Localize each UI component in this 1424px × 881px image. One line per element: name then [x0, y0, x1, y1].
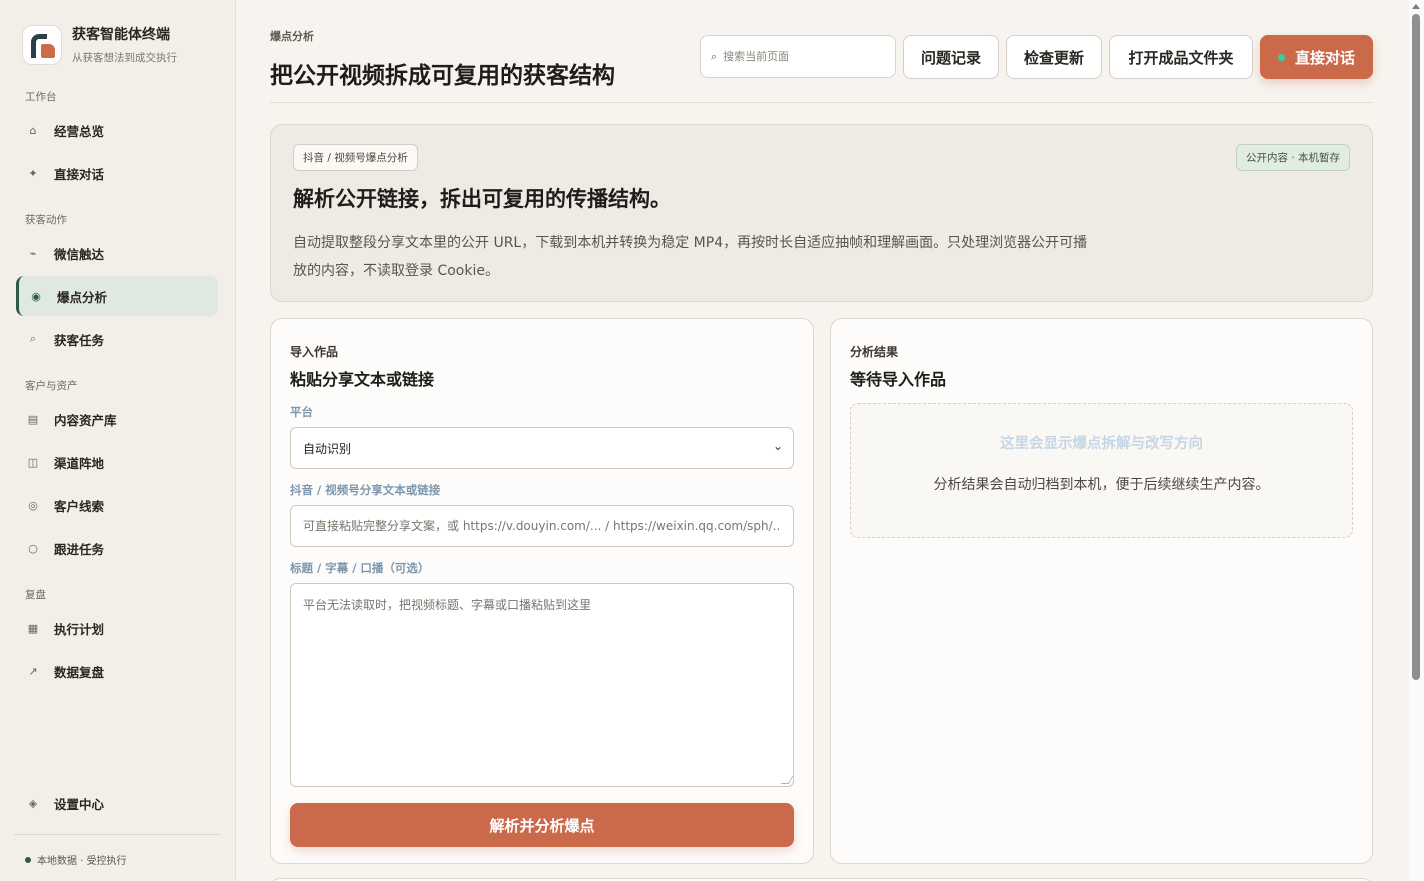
sidebar-item-label: 直接对话	[54, 166, 105, 182]
footer-status-text: 本地数据 · 受控执行	[37, 856, 127, 867]
sidebar-item-label: 数据复盘	[54, 664, 105, 680]
sidebar-item-wechat[interactable]: ⌁ 微信触达	[16, 233, 218, 273]
section-label-actions: 获客动作	[25, 214, 67, 226]
sidebar-item-settings[interactable]: ◈ 设置中心	[16, 783, 218, 823]
columns-icon: ◫	[27, 455, 39, 469]
sidebar-item-library[interactable]: ▤ 内容资产库	[16, 399, 218, 439]
section-label-assets: 客户与资产	[25, 380, 78, 392]
hero-description: 自动提取整段分享文本里的公开 URL，下载到本机并转换为稳定 MP4，再按时长自…	[293, 235, 1088, 279]
sidebar-item-label: 客户线索	[54, 498, 105, 514]
sidebar-item-label: 内容资产库	[54, 412, 117, 428]
header-divider	[270, 102, 1373, 103]
page-title: 把公开视频拆成可复用的获客结构	[270, 63, 615, 89]
direct-chat-label: 直接对话	[1294, 48, 1355, 67]
scrollbar-thumb[interactable]	[1412, 14, 1420, 680]
sidebar-item-label: 渠道阵地	[54, 455, 105, 471]
import-title: 粘贴分享文本或链接	[290, 370, 435, 389]
empty-state-description: 分析结果会自动归档到本机，便于后续继续生产内容。	[933, 477, 1270, 493]
brand-subtitle: 从获客想法到成交执行	[72, 52, 177, 64]
brand: 获客智能体终端 从获客想法到成交执行	[22, 24, 177, 65]
sidebar-item-chat[interactable]: ✦ 直接对话	[16, 153, 218, 193]
hero-badge: 公开内容 · 本机暂存	[1235, 144, 1350, 171]
platform-select[interactable]: 自动识别 ⌄	[290, 427, 794, 469]
caption-label: 标题 / 字幕 / 口播（可选）	[290, 561, 430, 575]
hero-panel: 抖音 / 视频号爆点分析 公开内容 · 本机暂存 解析公开链接，拆出可复用的传播…	[270, 124, 1373, 302]
sidebar-item-overview[interactable]: ⌂ 经营总览	[16, 110, 218, 150]
library-icon: ▤	[27, 412, 39, 426]
grid-icon: ▦	[27, 621, 39, 635]
brand-title: 获客智能体终端	[72, 27, 170, 43]
trend-icon: ↗	[28, 664, 38, 678]
result-title: 等待导入作品	[850, 370, 947, 389]
sidebar-item-label: 跟进任务	[54, 541, 105, 557]
search-input[interactable]	[723, 50, 874, 63]
result-eyebrow: 分析结果	[850, 345, 899, 359]
search-box[interactable]: ⌕	[700, 35, 896, 78]
lead-icon: ◎	[28, 498, 38, 512]
sidebar-item-leads[interactable]: ◎ 客户线索	[16, 485, 218, 525]
analyze-button[interactable]: 解析并分析爆点	[290, 803, 794, 847]
direct-chat-button[interactable]: 直接对话	[1260, 35, 1373, 79]
settings-icon: ◈	[28, 796, 38, 810]
sidebar-divider	[14, 834, 221, 835]
page-eyebrow: 爆点分析	[270, 30, 314, 43]
sidebar-item-plan[interactable]: ▦ 执行计划	[16, 608, 218, 648]
import-card: 导入作品 粘贴分享文本或链接 平台 自动识别 ⌄ 抖音 / 视频号分享文本或链接…	[270, 318, 814, 864]
sidebar-item-label: 获客任务	[54, 332, 105, 348]
hero-tag: 抖音 / 视频号爆点分析	[293, 144, 418, 171]
empty-state-title: 这里会显示爆点拆解与改写方向	[1000, 436, 1203, 452]
chevron-down-icon: ⌄	[772, 439, 783, 453]
issues-button[interactable]: 问题记录	[903, 35, 999, 79]
online-dot-icon	[1277, 53, 1285, 61]
sidebar-item-label: 执行计划	[54, 621, 105, 637]
brand-logo-icon	[22, 24, 62, 65]
scroll-up-arrow-icon[interactable]	[1412, 4, 1420, 9]
section-label-review: 复盘	[25, 589, 46, 601]
open-folder-button[interactable]: 打开成品文件夹	[1109, 35, 1253, 79]
sidebar-item-label: 微信触达	[54, 246, 105, 262]
section-label-workbench: 工作台	[25, 91, 57, 103]
sidebar-item-label: 经营总览	[54, 123, 105, 139]
sidebar-item-label: 爆点分析	[57, 289, 108, 305]
platform-label: 平台	[290, 405, 313, 419]
sparkle-icon: ✦	[28, 166, 38, 180]
circle-icon: ○	[28, 541, 38, 555]
signal-icon: ⌁	[29, 246, 37, 260]
search-icon: ⌕	[29, 332, 37, 345]
sidebar-item-channels[interactable]: ◫ 渠道阵地	[16, 442, 218, 482]
import-eyebrow: 导入作品	[290, 345, 339, 359]
sidebar-item-tasks[interactable]: ⌕ 获客任务	[16, 319, 218, 359]
caption-textarea[interactable]	[290, 583, 794, 787]
search-icon: ⌕	[711, 49, 718, 63]
link-input[interactable]	[290, 505, 794, 547]
status-dot-icon	[25, 856, 31, 863]
footer-status: 本地数据 · 受控执行	[25, 852, 127, 867]
sidebar-item-review[interactable]: ↗ 数据复盘	[16, 651, 218, 691]
empty-state: 这里会显示爆点拆解与改写方向 分析结果会自动归档到本机，便于后续继续生产内容。	[850, 403, 1353, 538]
home-icon: ⌂	[29, 123, 37, 137]
sidebar-item-followup[interactable]: ○ 跟进任务	[16, 528, 218, 568]
sidebar-item-label: 设置中心	[54, 796, 105, 812]
platform-select-value: 自动识别	[303, 441, 352, 456]
link-label: 抖音 / 视频号分享文本或链接	[290, 483, 441, 497]
sidebar-item-hotspot[interactable]: ◉ 爆点分析	[16, 276, 218, 316]
hero-title: 解析公开链接，拆出可复用的传播结构。	[293, 187, 671, 211]
result-card: 分析结果 等待导入作品 这里会显示爆点拆解与改写方向 分析结果会自动归档到本机，…	[830, 318, 1373, 864]
sidebar: 获客智能体终端 从获客想法到成交执行 工作台 ⌂ 经营总览 ✦ 直接对话 获客动…	[0, 0, 236, 881]
target-icon: ◉	[31, 289, 41, 303]
check-update-button[interactable]: 检查更新	[1006, 35, 1102, 79]
